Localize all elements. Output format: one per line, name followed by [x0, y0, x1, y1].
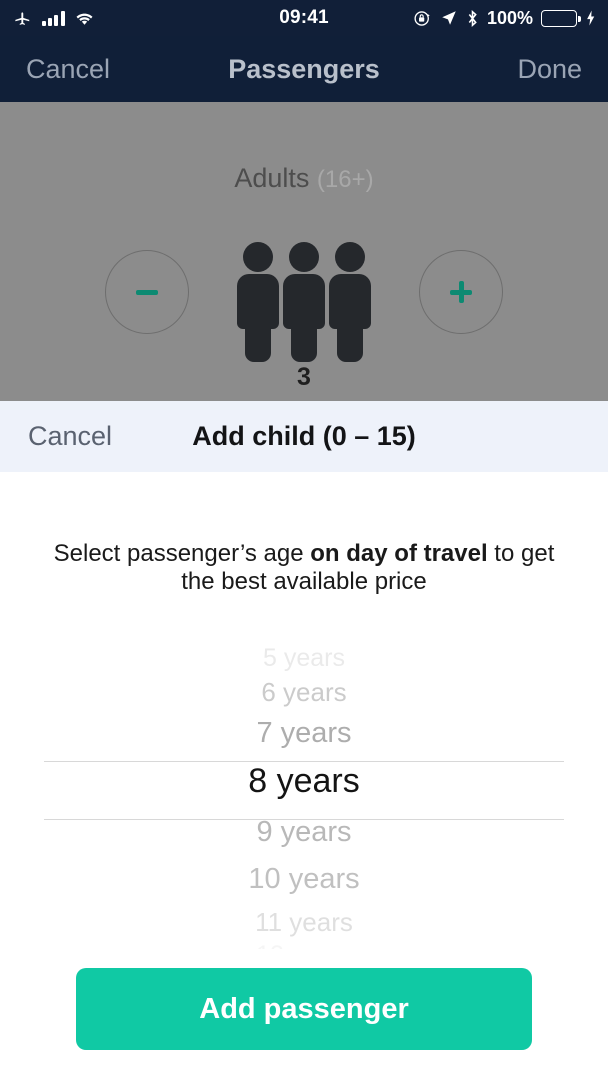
- status-bar-right-icons: 100%: [413, 8, 596, 29]
- battery-icon: [541, 9, 581, 27]
- airplane-mode-icon: [15, 12, 30, 25]
- person-figure: [237, 242, 279, 362]
- person-figure: [329, 242, 371, 362]
- status-bar: 09:41 100%: [0, 0, 608, 36]
- nav-cancel-button[interactable]: Cancel: [26, 54, 110, 85]
- sheet-cancel-button[interactable]: Cancel: [28, 421, 112, 452]
- sheet-header: Cancel Add child (0 – 15): [0, 401, 608, 472]
- bluetooth-icon: [468, 9, 477, 27]
- add-passenger-button[interactable]: Add passenger: [76, 968, 532, 1050]
- app-screen: 09:41 100% Cancel Passengers Done Adults…: [0, 0, 608, 1080]
- add-child-sheet: Cancel Add child (0 – 15) Select passeng…: [0, 401, 608, 1080]
- picker-selection-line-top: [44, 761, 564, 762]
- adults-label: Adults (16+): [0, 163, 608, 194]
- picker-selection-line-bottom: [44, 819, 564, 820]
- wifi-icon: [76, 13, 93, 25]
- adults-people-illustration: [0, 232, 608, 362]
- nav-done-button[interactable]: Done: [517, 54, 582, 85]
- plus-icon: [450, 281, 472, 303]
- picker-option[interactable]: 9 years: [256, 808, 351, 856]
- adults-section-dimmed: Adults (16+) 3: [0, 102, 608, 401]
- charging-bolt-icon: [587, 10, 595, 26]
- instruction-text: Select passenger’s age on day of travel …: [48, 540, 560, 596]
- adults-age-range: (16+): [316, 166, 374, 193]
- age-picker-wheel[interactable]: 5 years 6 years 7 years 8 years 9 years …: [0, 644, 608, 949]
- adults-stepper: [0, 232, 608, 362]
- navigation-bar: Cancel Passengers Done: [0, 36, 608, 102]
- instruction-emphasis: on day of travel: [310, 540, 488, 567]
- picker-option-list[interactable]: 5 years 6 years 7 years 8 years 9 years …: [0, 644, 608, 949]
- increment-adults-button[interactable]: [419, 250, 503, 334]
- person-figure: [283, 242, 325, 362]
- adults-count-value: 3: [297, 363, 311, 391]
- adults-label-text: Adults: [234, 163, 310, 193]
- picker-option[interactable]: 11 years: [255, 902, 353, 942]
- picker-option[interactable]: 10 years: [248, 856, 359, 902]
- status-bar-left-icons: [12, 9, 413, 27]
- battery-percent-label: 100%: [486, 7, 533, 28]
- picker-option[interactable]: 12 years: [256, 942, 352, 949]
- picker-option[interactable]: 6 years: [261, 672, 346, 712]
- location-arrow-icon: [442, 11, 456, 25]
- picker-option-selected[interactable]: 8 years: [248, 754, 360, 808]
- picker-option[interactable]: 5 years: [263, 644, 345, 672]
- instruction-prefix: Select passenger’s age: [53, 540, 311, 567]
- rotation-lock-icon: [414, 10, 430, 26]
- picker-option[interactable]: 7 years: [256, 712, 351, 754]
- cellular-signal-icon: [42, 10, 65, 26]
